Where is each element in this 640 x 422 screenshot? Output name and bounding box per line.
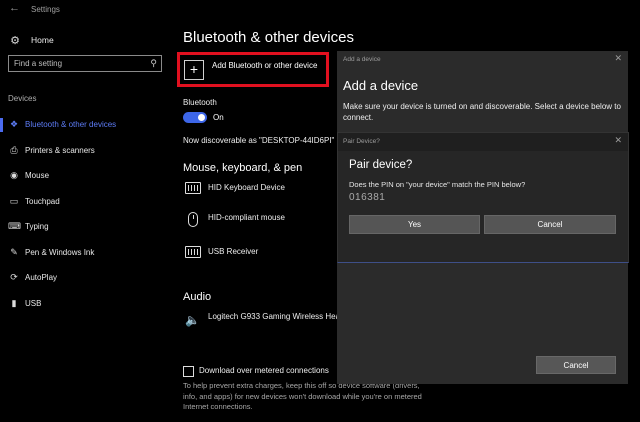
dialog-description: Make sure your device is turned on and d… (343, 102, 621, 122)
sidebar-item-usb[interactable]: ▮ USB (0, 291, 175, 317)
device-item-mouse[interactable]: HID-compliant mouse (185, 210, 335, 228)
mouse-icon (188, 212, 198, 227)
dialog-caption: Add a device (343, 56, 381, 63)
sidebar-item-label: Printers & scanners (25, 145, 95, 155)
sidebar-item-label: AutoPlay (25, 273, 58, 283)
metered-description: To help prevent extra charges, keep this… (183, 381, 422, 411)
yes-button[interactable]: Yes (349, 215, 480, 234)
device-label: USB Receiver (208, 247, 259, 256)
add-device-label: Add Bluetooth or other device (212, 61, 318, 70)
sidebar-item-printers[interactable]: ⎙ Printers & scanners (0, 138, 175, 164)
device-item-usb-receiver[interactable]: USB Receiver (185, 244, 335, 262)
sidebar-item-label: Pen & Windows Ink (25, 247, 95, 257)
pen-icon: ✎ (10, 246, 18, 257)
home-label: Home (31, 35, 54, 45)
sidebar-item-bluetooth[interactable]: ❖ Bluetooth & other devices (0, 112, 175, 138)
pin-question: Does the PIN on "your device" match the … (349, 180, 526, 189)
home-nav-item[interactable]: ⚙ Home (8, 33, 54, 47)
sidebar-item-label: Typing (25, 222, 49, 232)
audio-device-label[interactable]: Logitech G933 Gaming Wireless Hea (208, 312, 340, 321)
add-device-button[interactable]: + Add Bluetooth or other device (177, 52, 329, 87)
keyboard-icon (185, 246, 201, 258)
sidebar-item-label: USB (25, 298, 42, 308)
window-title: Settings (31, 5, 60, 14)
title-bar: ← Settings (0, 0, 175, 20)
keyboard-icon (185, 182, 201, 194)
autoplay-icon: ⟳ (10, 272, 18, 283)
bluetooth-icon: ❖ (9, 119, 19, 130)
device-label: HID Keyboard Device (208, 183, 285, 192)
discoverable-text: Now discoverable as "DESKTOP-44ID6PI" (183, 136, 335, 145)
plus-icon: + (184, 60, 204, 80)
close-icon[interactable]: ✕ (614, 53, 622, 64)
sidebar-section-label: Devices (8, 94, 37, 103)
pin-code: 016381 (349, 192, 386, 203)
mouse-icon: ◉ (10, 170, 18, 181)
speaker-icon: 🔈 (185, 313, 200, 327)
keyboard-icon: ⌨ (8, 221, 21, 232)
sidebar-item-touchpad[interactable]: ▭ Touchpad (0, 189, 175, 215)
gear-icon: ⚙ (10, 34, 20, 47)
toggle-state-label: On (213, 113, 224, 122)
dialog-title-bar: Pair Device? ✕ (338, 133, 628, 151)
touchpad-icon: ▭ (9, 195, 19, 206)
search-icon[interactable]: ⚲ (150, 58, 157, 69)
bluetooth-toggle[interactable] (183, 112, 207, 123)
metered-checkbox-label[interactable]: Download over metered connections (199, 366, 329, 375)
printer-icon: ⎙ (10, 144, 18, 155)
cancel-button[interactable]: Cancel (536, 356, 616, 374)
mouse-section-heading: Mouse, keyboard, & pen (183, 162, 303, 174)
search-box[interactable]: Find a setting ⚲ (8, 55, 162, 72)
dialog-title: Add a device (343, 78, 419, 93)
dialog-title: Pair device? (349, 159, 413, 171)
usb-icon: ▮ (11, 297, 17, 308)
sidebar-nav: ❖ Bluetooth & other devices ⎙ Printers &… (0, 112, 175, 316)
sidebar-item-autoplay[interactable]: ⟳ AutoPlay (0, 265, 175, 291)
cancel-button[interactable]: Cancel (484, 215, 616, 234)
device-item-keyboard[interactable]: HID Keyboard Device (185, 180, 335, 198)
search-input[interactable]: Find a setting (14, 59, 62, 68)
sidebar-item-typing[interactable]: ⌨ Typing (0, 214, 175, 240)
metered-checkbox[interactable] (183, 366, 194, 377)
sidebar-item-label: Mouse (25, 171, 50, 181)
dialog-caption: Pair Device? (343, 138, 380, 145)
sidebar-item-label: Bluetooth & other devices (25, 120, 117, 130)
sidebar-item-mouse[interactable]: ◉ Mouse (0, 163, 175, 189)
bluetooth-label: Bluetooth (183, 98, 217, 107)
pair-device-dialog: Pair Device? ✕ Pair device? Does the PIN… (337, 132, 629, 263)
sidebar-item-label: Touchpad (25, 196, 60, 206)
page-title: Bluetooth & other devices (183, 29, 354, 46)
close-icon[interactable]: ✕ (614, 135, 622, 146)
audio-section-heading: Audio (183, 291, 212, 303)
back-arrow-icon[interactable]: ← (9, 2, 20, 14)
device-label: HID-compliant mouse (208, 213, 285, 222)
sidebar-item-pen[interactable]: ✎ Pen & Windows Ink (0, 240, 175, 266)
